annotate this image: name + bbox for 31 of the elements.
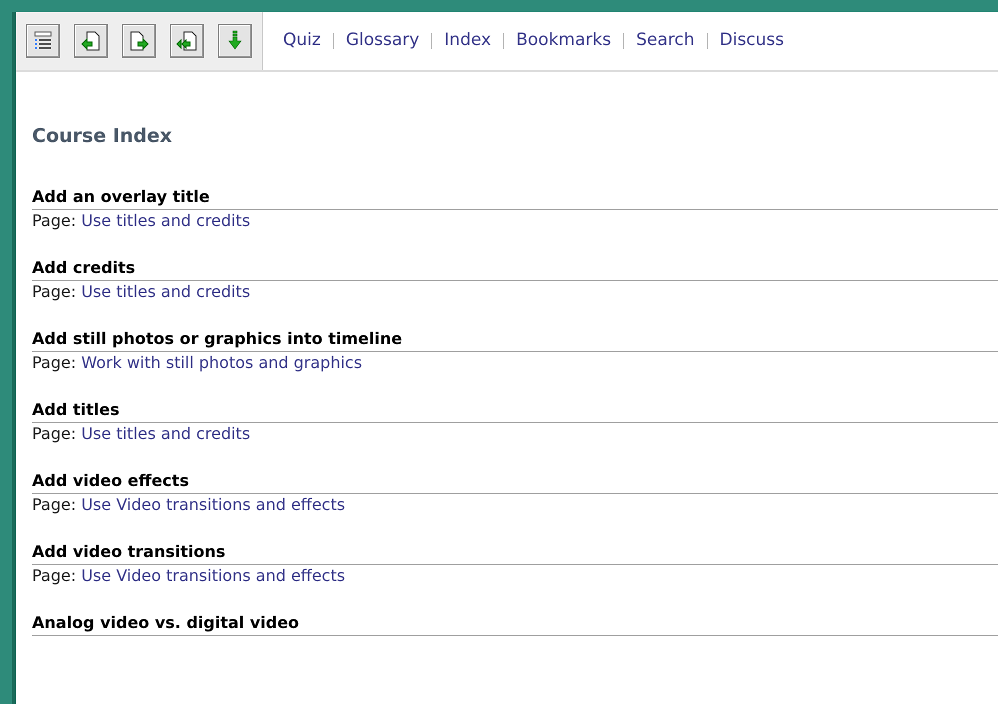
page-link[interactable]: Use titles and credits (81, 210, 250, 230)
topic-title: Add video transitions (32, 542, 998, 564)
toolbar-button[interactable] (74, 24, 108, 58)
toolbar-button[interactable] (170, 24, 204, 58)
page-heading: Course Index (32, 124, 174, 149)
page-link[interactable]: Use Video transitions and effects (81, 566, 346, 584)
nav-link[interactable]: Quiz (283, 28, 321, 54)
nav-link[interactable]: Index (444, 28, 492, 54)
page-link[interactable]: Use titles and credits (81, 424, 250, 442)
nav-link[interactable]: Discuss (720, 28, 784, 54)
toolbar-button[interactable] (122, 24, 156, 58)
nav-link[interactable]: Search (636, 28, 694, 54)
topic-title: Add still photos or graphics into timeline (32, 328, 998, 352)
nav-link[interactable]: Glossary (346, 28, 420, 54)
topic-title: Add video effects (32, 470, 998, 494)
topic-title: Add credits (32, 258, 998, 280)
page-label: Page: (32, 282, 76, 300)
topic-title: Add titles (32, 400, 998, 422)
toolbar-button[interactable] (26, 24, 60, 58)
page-link[interactable]: Work with still photos and graphics (81, 352, 362, 372)
page-label: Page: (32, 352, 76, 372)
page-label: Page: (32, 566, 76, 584)
page-double-back-icon (175, 29, 199, 53)
nav-link[interactable]: Bookmarks (516, 28, 612, 54)
page-label: Page: (32, 494, 76, 514)
page-link[interactable]: Use titles and credits (81, 282, 250, 300)
page-label: Page: (32, 424, 76, 442)
topic-title: Add an overlay title (32, 186, 998, 210)
page-label: Page: (32, 210, 76, 230)
topic-title: Analog video vs. digital video (32, 612, 998, 636)
page-link[interactable]: Use Video transitions and effects (81, 494, 346, 514)
